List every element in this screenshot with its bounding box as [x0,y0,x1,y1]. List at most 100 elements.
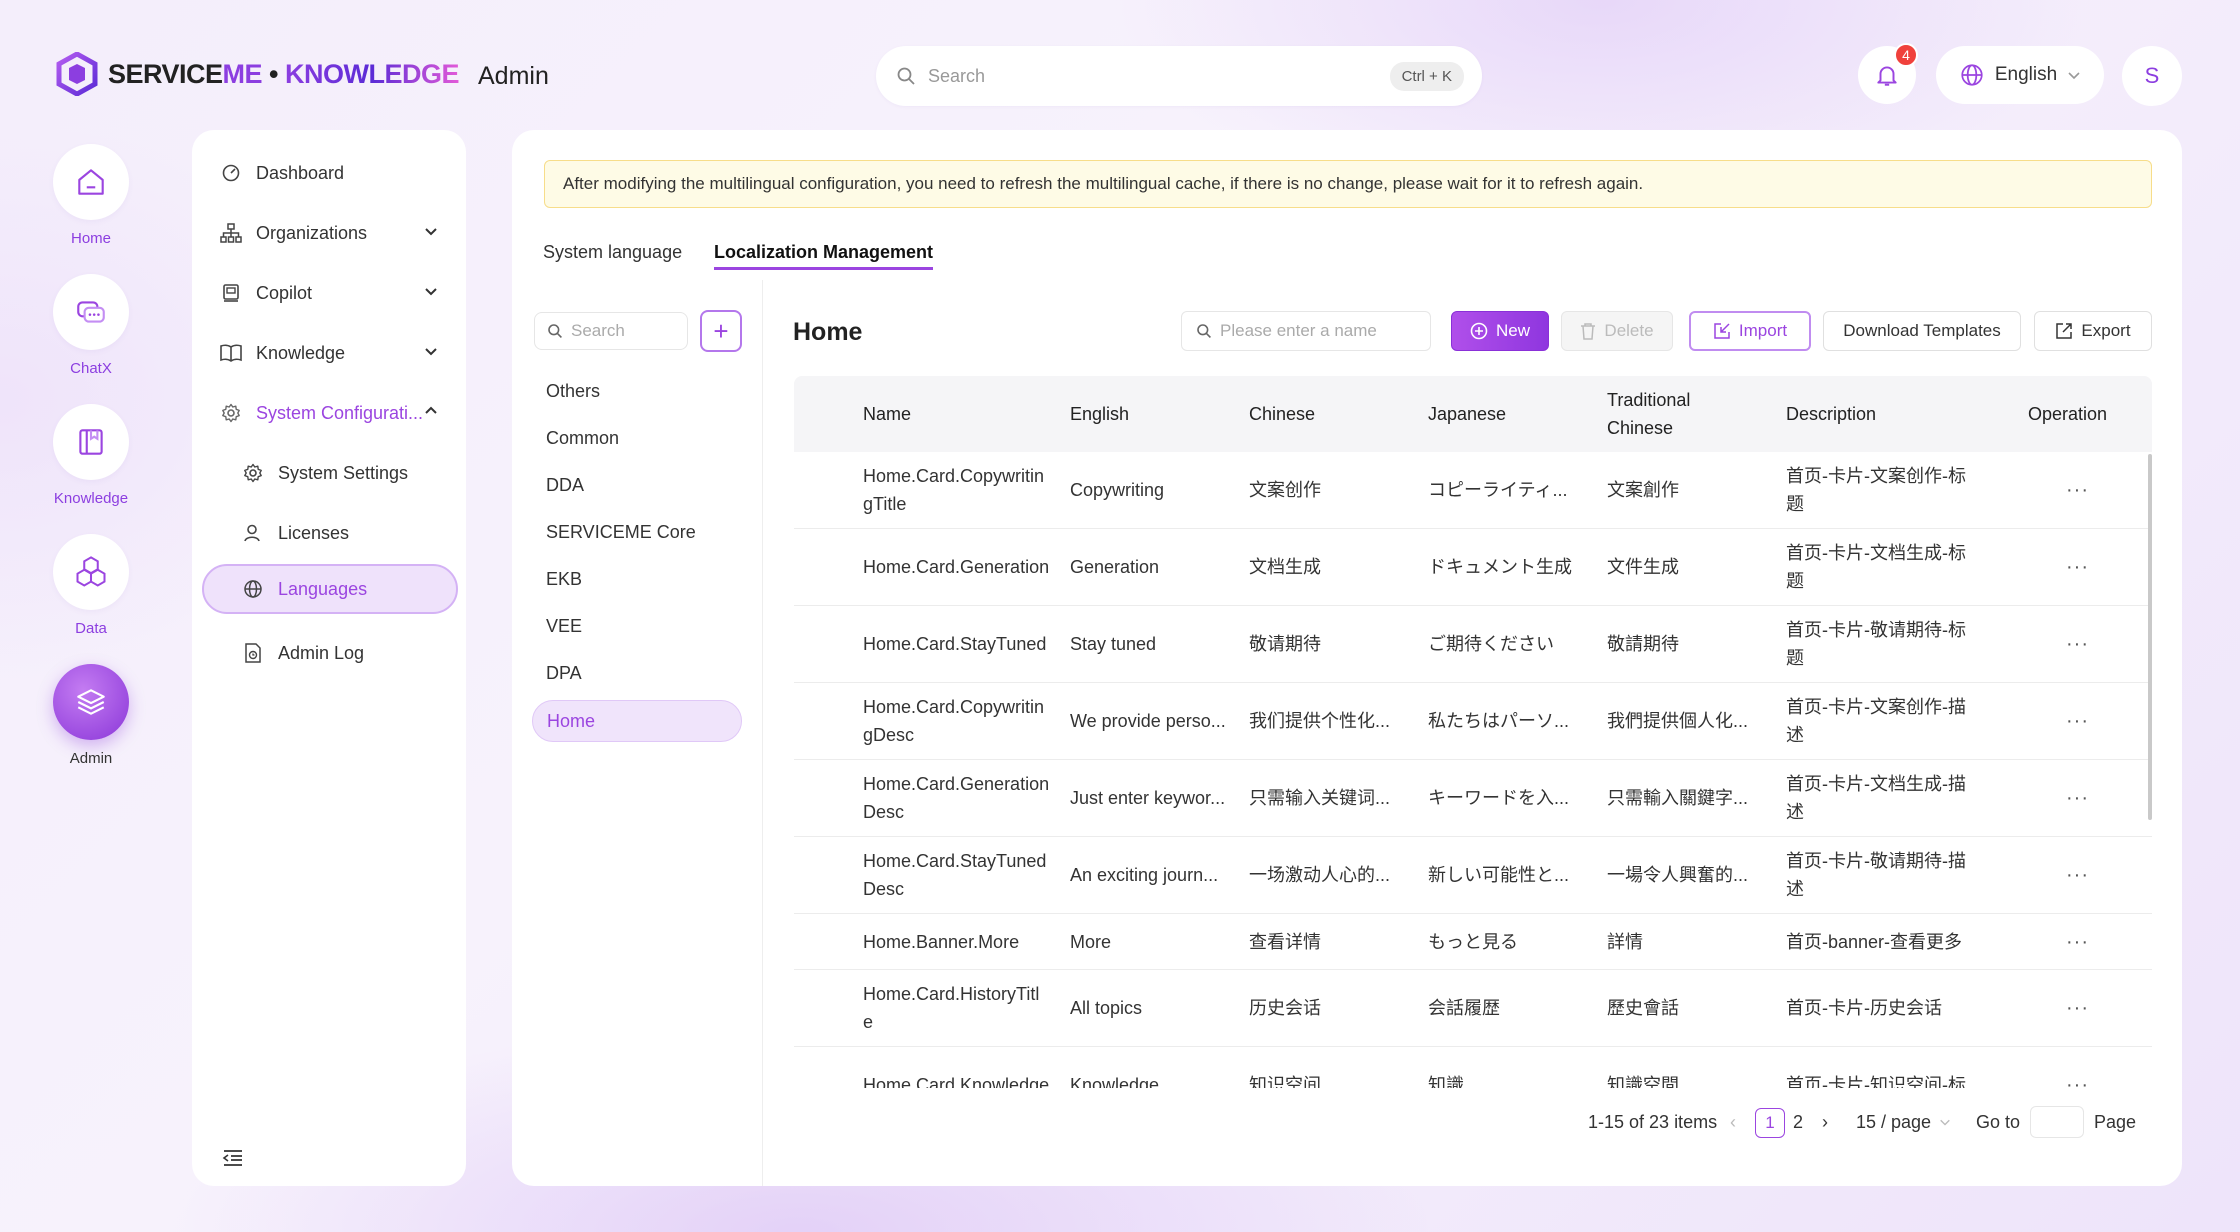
sidebar-item-dashboard[interactable]: Dashboard [192,148,466,198]
prev-page-button[interactable]: ‹ [1730,1108,1736,1136]
global-search[interactable]: Search Ctrl + K [876,46,1482,106]
page-size-label: 15 / page [1856,1111,1932,1132]
sidebar-item-system-settings[interactable]: System Settings [192,448,466,498]
admin-sidebar: Dashboard Organizations Copilot Knowledg… [192,130,466,1186]
sidebar-item-system-configuration[interactable]: System Configurati... [192,388,466,438]
collapse-sidebar-button[interactable] [222,1148,244,1173]
row-more-actions-button[interactable]: ··· [2066,1047,2116,1088]
rail-knowledge-circle [53,404,129,480]
row-more-actions-button[interactable]: ··· [2066,914,2116,969]
open-book-icon [220,342,242,364]
sidebar-item-label: Dashboard [256,162,345,183]
row-more-actions-button[interactable]: ··· [2066,970,2116,1046]
table-row[interactable]: Home.Card.HistoryTitl e All topics 历史会话 会話履歴… [794,970,2152,1047]
header-name[interactable]: Name [863,376,911,452]
rail-home[interactable]: Home [50,144,132,247]
cell-zh: 我们提供个性化... [1249,711,1391,731]
table-row[interactable]: Home.Card.Generation Desc Just enter keywo… [794,760,2152,837]
category-item-serviceme-core[interactable]: SERVICEME Core [546,522,696,543]
table-header: Name English Chinese Japanese Traditiona… [794,376,2152,452]
row-more-actions-button[interactable]: ··· [2066,529,2116,605]
add-category-button[interactable]: + [700,310,742,352]
cell-line: gTitle [863,494,907,514]
page-size-select[interactable]: 15 / page [1856,1108,1951,1136]
rail-knowledge[interactable]: Knowledge [50,404,132,507]
cell-en: We provide perso... [1070,711,1226,731]
sidebar-item-copilot[interactable]: Copilot [192,268,466,318]
rail-chatx[interactable]: ChatX [50,274,132,377]
category-item-dpa[interactable]: DPA [546,663,582,684]
header-english[interactable]: English [1070,376,1129,452]
cell-line: e [863,1012,874,1032]
table-row[interactable]: Home.Card.StayTuned Stay tuned 敬请期待 ご期待ください… [794,606,2152,683]
cell-line: 首页-banner-查看更多 [1786,931,1963,952]
cell-tw: 我們提供個人化... [1607,711,1749,731]
import-button[interactable]: Import [1689,311,1811,351]
table-row[interactable]: Home.Card.Knowledge Knowledge 知识空间 知識 知識空間 首页… [794,1047,2152,1088]
plus-circle-icon [1470,322,1488,340]
cell-line: 首页-卡片-文案创作-描 [1786,697,1966,717]
cell-zh: 知识空间 [1249,1075,1321,1088]
rail-data-circle [53,534,129,610]
table-row[interactable]: Home.Card.Copywritin gDesc We provide pers… [794,683,2152,760]
sidebar-item-label: System Settings [278,462,409,483]
row-more-actions-button[interactable]: ··· [2066,760,2116,836]
sidebar-item-licenses[interactable]: Licenses [192,508,466,558]
category-item-dda[interactable]: DDA [546,475,584,496]
category-item-ekb[interactable]: EKB [546,569,582,590]
cell-zh: 敬请期待 [1249,634,1321,654]
cell-ja: ご期待ください [1428,634,1554,654]
header-description[interactable]: Description [1786,376,1876,452]
user-avatar[interactable]: S [2122,46,2182,106]
header-japanese[interactable]: Japanese [1428,376,1506,452]
category-item-common[interactable]: Common [546,428,619,449]
table-row[interactable]: Home.Banner.More More 查看详情 もっと見る 詳情 首页-banner… [794,914,2152,970]
rail-home-circle [53,144,129,220]
sidebar-item-knowledge[interactable]: Knowledge [192,328,466,378]
tab-localization-management[interactable]: Localization Management [714,242,934,270]
download-templates-button[interactable]: Download Templates [1823,311,2021,351]
row-more-actions-button[interactable]: ··· [2066,837,2116,913]
language-selector[interactable]: English [1936,46,2104,104]
sidebar-item-label: Admin Log [278,642,365,663]
header-chinese[interactable]: Chinese [1249,376,1315,452]
table-row[interactable]: Home.Card.Generation Generation 文档生成 ドキュメント… [794,529,2152,606]
row-more-actions-button[interactable]: ··· [2066,683,2116,759]
cache-notice: After modifying the multilingual configu… [544,160,2152,208]
row-more-actions-button[interactable]: ··· [2066,606,2116,682]
header-traditional-chinese[interactable]: Traditional Chinese [1607,376,1690,452]
notifications-button[interactable]: 4 [1858,43,1918,104]
category-item-home[interactable]: Home [532,700,742,742]
rail-admin[interactable]: Admin [50,664,132,767]
sidebar-item-admin-log[interactable]: Admin Log [192,628,466,678]
export-button[interactable]: Export [2034,311,2152,351]
rail-label: ChatX [70,360,112,377]
name-search-input[interactable]: Please enter a name [1181,311,1431,351]
row-more-actions-button[interactable]: ··· [2066,452,2116,528]
next-page-button[interactable]: › [1822,1108,1828,1136]
new-button[interactable]: New [1451,311,1549,351]
sidebar-item-languages[interactable]: Languages [202,564,458,614]
rail-label: Knowledge [53,490,129,507]
rail-data[interactable]: Data [50,534,132,637]
page-1-button[interactable]: 1 [1755,1108,1785,1138]
table-row[interactable]: Home.Card.StayTuned Desc An exciting journ… [794,837,2152,914]
table-row[interactable]: Home.Card.Copywritin gTitle Copywriting 文案创… [794,452,2152,529]
cell-name: Home.Banner.More [863,914,1063,969]
sidebar-item-organizations[interactable]: Organizations [192,208,466,258]
cell-tw: 敬請期待 [1607,634,1679,654]
goto-page-input[interactable] [2030,1106,2084,1138]
cell-line: Home.Card.HistoryTitl [863,984,1040,1004]
table-scrollbar[interactable] [2148,454,2152,820]
cell-zh: 只需输入关键词... [1249,788,1391,808]
cell-line: 述 [1786,879,1804,899]
delete-button[interactable]: Delete [1561,311,1673,351]
brand-logo[interactable]: SERVICEME • KNOWLEDGE [56,52,460,96]
category-item-others[interactable]: Others [546,381,600,402]
page-2-button[interactable]: 2 [1793,1108,1803,1136]
trash-icon [1581,323,1596,340]
category-search-input[interactable]: Search [534,312,688,350]
layers-icon [77,689,105,715]
category-item-vee[interactable]: VEE [546,616,582,637]
tab-system-language[interactable]: System language [543,242,682,263]
